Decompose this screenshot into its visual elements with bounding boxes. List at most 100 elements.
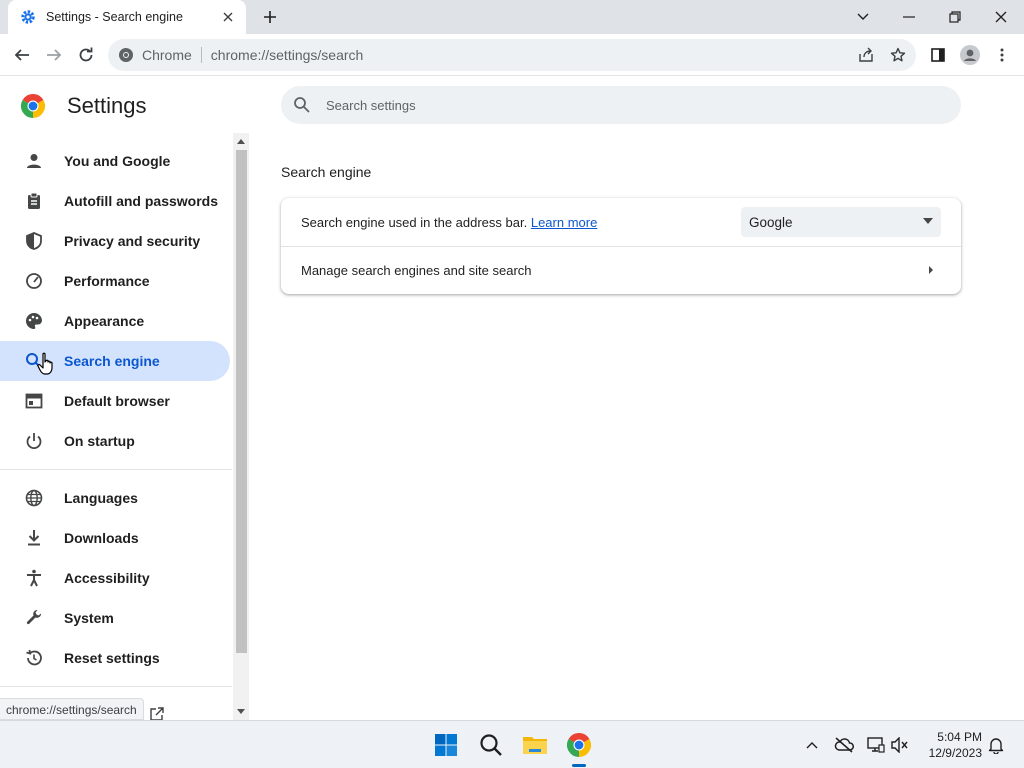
sidebar-item-search-engine[interactable]: Search engine — [0, 341, 230, 381]
active-app-indicator — [572, 764, 586, 767]
forward-button[interactable] — [42, 43, 66, 67]
windows-start-icon[interactable] — [432, 731, 460, 759]
minimize-button[interactable] — [897, 5, 921, 29]
manage-search-engines-row[interactable]: Manage search engines and site search — [281, 247, 961, 294]
show-hidden-icons-chevron-icon[interactable] — [802, 735, 822, 755]
browser-window-icon — [24, 391, 44, 411]
notification-bell-icon[interactable] — [986, 735, 1006, 755]
sidebar-item-privacy[interactable]: Privacy and security — [0, 221, 230, 261]
sidebar-item-performance[interactable]: Performance — [0, 261, 230, 301]
sidebar-item-appearance[interactable]: Appearance — [0, 301, 230, 341]
settings-sidebar: You and Google Autofill and passwords Pr… — [0, 140, 232, 720]
page-title: Settings — [67, 93, 147, 118]
windows-taskbar: 5:04 PM 12/9/2023 — [0, 720, 1024, 768]
sidebar-item-system[interactable]: System — [0, 598, 230, 638]
sidebar-item-label: You and Google — [64, 153, 171, 169]
bookmark-star-icon[interactable] — [886, 43, 910, 67]
sidebar-item-label: Appearance — [64, 313, 145, 329]
globe-icon — [24, 488, 44, 508]
chrome-site-icon — [118, 47, 134, 63]
speedometer-icon — [24, 271, 44, 291]
tab-title: Settings - Search engine — [46, 10, 183, 24]
address-bar[interactable]: Chrome chrome://settings/search — [108, 39, 916, 71]
settings-search[interactable] — [281, 86, 961, 124]
scrollbar-thumb[interactable] — [236, 150, 247, 653]
gear-icon — [20, 9, 36, 25]
download-icon — [24, 528, 44, 548]
person-icon — [24, 151, 44, 171]
sidebar-item-label: Autofill and passwords — [64, 193, 219, 209]
learn-more-link[interactable]: Learn more — [531, 215, 597, 230]
sidebar-item-reset-settings[interactable]: Reset settings — [0, 638, 230, 678]
clipboard-icon — [24, 191, 44, 211]
sidebar-item-accessibility[interactable]: Accessibility — [0, 558, 230, 598]
sidebar-item-label: Search engine — [64, 353, 160, 369]
clock-date: 12/9/2023 — [928, 746, 982, 760]
system-clock[interactable]: 5:04 PM 12/9/2023 — [918, 729, 982, 761]
sidebar-item-you-and-google[interactable]: You and Google — [0, 141, 230, 181]
sidebar-item-label: Privacy and security — [64, 233, 201, 249]
sidebar-item-label: System — [64, 610, 114, 626]
reload-button[interactable] — [74, 43, 98, 67]
omnibox-divider — [200, 47, 202, 63]
address-bar-engine-row: Search engine used in the address bar. L… — [281, 198, 961, 246]
new-tab-button[interactable] — [260, 7, 280, 27]
scroll-down-arrow[interactable] — [236, 706, 246, 716]
sidebar-item-autofill[interactable]: Autofill and passwords — [0, 181, 230, 221]
row-label: Search engine used in the address bar. L… — [301, 215, 597, 230]
side-panel-icon[interactable] — [926, 43, 950, 67]
tab-strip: Settings - Search engine — [0, 0, 1024, 34]
accessibility-icon — [24, 568, 44, 588]
network-icon[interactable] — [866, 735, 886, 755]
sidebar-item-label: Default browser — [64, 393, 170, 409]
url-text: chrome://settings/search — [210, 47, 364, 63]
close-window-button[interactable] — [989, 5, 1013, 29]
sidebar-item-label: Downloads — [64, 530, 139, 546]
chrome-taskbar-icon[interactable] — [565, 731, 593, 759]
wrench-icon — [24, 608, 44, 628]
palette-icon — [24, 311, 44, 331]
sidebar-item-label: Accessibility — [64, 570, 150, 586]
search-engine-dropdown[interactable]: Google — [741, 207, 941, 237]
sidebar-divider — [0, 686, 232, 687]
shield-icon — [24, 231, 44, 251]
sidebar-item-default-browser[interactable]: Default browser — [0, 381, 230, 421]
taskbar-search-icon[interactable] — [477, 731, 505, 759]
restore-button[interactable] — [943, 5, 967, 29]
status-bubble: chrome://settings/search — [0, 698, 144, 720]
tab-search-icon[interactable] — [851, 5, 875, 29]
back-button[interactable] — [10, 43, 34, 67]
share-icon[interactable] — [854, 43, 878, 67]
sidebar-item-label: Reset settings — [64, 650, 160, 666]
sidebar-divider — [0, 469, 232, 470]
section-title: Search engine — [281, 164, 372, 180]
chrome-logo — [20, 93, 46, 118]
history-icon — [24, 648, 44, 668]
close-icon[interactable] — [220, 9, 236, 25]
sidebar-item-label: Languages — [64, 490, 138, 506]
scroll-up-arrow[interactable] — [236, 136, 246, 146]
profile-avatar[interactable] — [958, 43, 982, 67]
row-text: Search engine used in the address bar. — [301, 215, 528, 230]
clock-time: 5:04 PM — [937, 730, 982, 744]
tab-settings[interactable]: Settings - Search engine — [8, 0, 246, 34]
power-icon — [24, 431, 44, 451]
browser-toolbar: Chrome chrome://settings/search — [0, 34, 1024, 76]
search-input[interactable] — [326, 97, 926, 113]
chevron-right-icon — [929, 266, 933, 274]
file-explorer-icon[interactable] — [521, 731, 549, 759]
row-label: Manage search engines and site search — [301, 263, 532, 278]
more-menu-icon[interactable] — [990, 43, 1014, 67]
sidebar-item-downloads[interactable]: Downloads — [0, 518, 230, 558]
sidebar-item-label: Performance — [64, 273, 150, 289]
onedrive-offline-icon[interactable] — [834, 735, 854, 755]
sidebar-item-label: On startup — [64, 433, 135, 449]
site-name: Chrome — [142, 47, 192, 63]
search-icon — [293, 96, 311, 114]
volume-muted-icon[interactable] — [890, 735, 910, 755]
dropdown-arrow-icon — [923, 218, 933, 224]
dropdown-value: Google — [749, 214, 793, 230]
sidebar-item-languages[interactable]: Languages — [0, 478, 230, 518]
search-engine-card: Search engine used in the address bar. L… — [281, 198, 961, 294]
sidebar-item-on-startup[interactable]: On startup — [0, 421, 230, 461]
